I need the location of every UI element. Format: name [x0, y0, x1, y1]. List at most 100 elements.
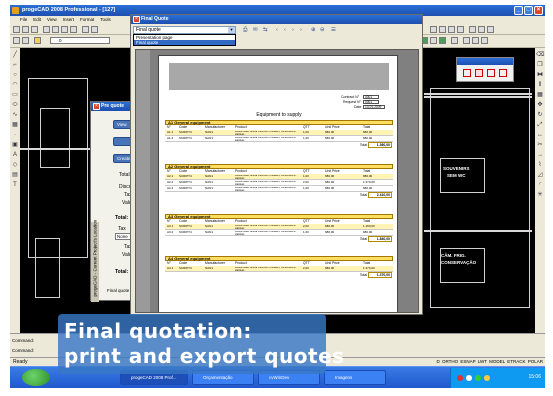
orbit-icon[interactable] — [463, 37, 470, 44]
text-tool-icon[interactable]: A — [11, 152, 19, 159]
match-properties-icon[interactable] — [451, 37, 458, 44]
break-tool-icon[interactable]: ⌇ — [536, 162, 544, 169]
tray-security-icon[interactable] — [475, 375, 481, 381]
layer-icon[interactable] — [478, 26, 485, 33]
page-setup-icon[interactable]: ☰ — [331, 27, 336, 33]
palette-tool-icon[interactable] — [487, 69, 495, 77]
shade-icon[interactable] — [481, 37, 488, 44]
zoom-icon[interactable] — [430, 26, 437, 33]
save-icon[interactable] — [31, 26, 38, 33]
open-file-icon[interactable] — [22, 26, 29, 33]
menu-insert[interactable]: Insert — [63, 16, 74, 24]
chamfer-tool-icon[interactable]: ◿ — [536, 172, 544, 179]
polyline-tool-icon[interactable]: ⌐ — [11, 62, 19, 69]
properties-icon[interactable] — [469, 26, 476, 33]
first-page-icon[interactable]: ‹ — [276, 27, 278, 33]
zoom-in-icon[interactable]: ⊕ — [311, 27, 316, 33]
tray-network-icon[interactable] — [466, 375, 472, 381]
plot-style-icon[interactable] — [439, 37, 446, 44]
section-total-label: Total — [359, 143, 367, 147]
task-imagens[interactable]: Imagens — [324, 370, 386, 385]
close-icon[interactable]: × — [93, 103, 100, 110]
scale-tool-icon[interactable]: ⤢ — [536, 122, 544, 129]
layer-manager-icon[interactable] — [13, 37, 20, 44]
report-select[interactable]: Final quote ▼ — [133, 26, 236, 34]
fillet-tool-icon[interactable]: ◜ — [536, 182, 544, 189]
print-icon[interactable]: ⎙ — [243, 27, 247, 33]
tray-app-icon[interactable] — [457, 375, 463, 381]
move-tool-icon[interactable]: ✥ — [536, 102, 544, 109]
paste-icon[interactable] — [70, 26, 77, 33]
cut-icon[interactable] — [52, 26, 59, 33]
tool-palette[interactable] — [456, 57, 514, 82]
pan-icon[interactable] — [439, 26, 446, 33]
cell-code: SCRIPT4 — [179, 224, 192, 228]
stretch-tool-icon[interactable]: ↔ — [536, 132, 544, 139]
spline-tool-icon[interactable]: ∿ — [11, 112, 19, 119]
menu-view[interactable]: View — [47, 16, 57, 24]
point-tool-icon[interactable]: · — [11, 132, 19, 139]
print-icon[interactable] — [43, 26, 50, 33]
line-tool-icon[interactable]: ╱ — [11, 52, 19, 59]
palette-tool-icon[interactable] — [475, 69, 483, 77]
previous-page-icon[interactable]: ‹ — [284, 27, 286, 33]
copy-tool-icon[interactable]: ❐ — [536, 62, 544, 69]
render-icon[interactable] — [472, 37, 479, 44]
palette-header[interactable] — [457, 58, 513, 65]
quote-section: A2 General equipment N° Code Manufacturer Pr… — [165, 164, 393, 199]
maximize-button[interactable]: □ — [524, 6, 533, 15]
hatch-tool-icon[interactable]: ▦ — [11, 122, 19, 129]
extend-tool-icon[interactable]: → — [536, 152, 544, 159]
document-title: Equipment to supply — [256, 112, 302, 118]
close-button[interactable]: × — [534, 6, 543, 15]
layer-state-icon[interactable] — [22, 37, 29, 44]
minimize-button[interactable]: _ — [514, 6, 523, 15]
menu-file[interactable]: File — [20, 16, 27, 24]
trim-tool-icon[interactable]: ✂ — [536, 142, 544, 149]
menu-format[interactable]: Format — [80, 16, 94, 24]
redo-icon[interactable] — [91, 26, 98, 33]
email-icon[interactable]: ✉ — [253, 27, 258, 33]
layer-select[interactable]: 0 — [50, 37, 110, 44]
copy-icon[interactable] — [61, 26, 68, 33]
chevron-down-icon[interactable]: ▼ — [228, 27, 235, 33]
help-icon[interactable] — [487, 26, 494, 33]
last-page-icon[interactable]: › — [300, 27, 302, 33]
lineweight-icon[interactable] — [430, 37, 437, 44]
request-value: 0001 — [363, 100, 379, 104]
report-dropdown-list[interactable]: Presentation page Final quote — [133, 34, 236, 46]
erase-tool-icon[interactable]: ⌫ — [536, 52, 544, 59]
report-preview[interactable]: Contract N° 0001 Request N° 0001 Date 13… — [135, 49, 419, 313]
next-page-icon[interactable]: › — [292, 27, 294, 33]
offset-tool-icon[interactable]: ⫴ — [536, 82, 544, 89]
block-tool-icon[interactable]: ▣ — [11, 142, 19, 149]
zoom-extents-icon[interactable] — [457, 26, 464, 33]
ellipse-tool-icon[interactable]: ⬭ — [11, 102, 19, 109]
section-total-value: 1.360,00 — [368, 142, 392, 148]
array-tool-icon[interactable]: ▦ — [536, 92, 544, 99]
circle-tool-icon[interactable]: ○ — [11, 72, 19, 79]
tray-volume-icon[interactable] — [484, 375, 490, 381]
undo-icon[interactable] — [82, 26, 89, 33]
arc-tool-icon[interactable]: ◠ — [11, 82, 19, 89]
new-file-icon[interactable] — [13, 26, 20, 33]
palette-tool-icon[interactable] — [463, 69, 471, 77]
rotate-tool-icon[interactable]: ↻ — [536, 112, 544, 119]
menu-edit[interactable]: Edit — [33, 16, 41, 24]
table-tool-icon[interactable]: ▤ — [11, 172, 19, 179]
palette-tool-icon[interactable] — [499, 69, 507, 77]
explode-tool-icon[interactable]: ✳ — [536, 192, 544, 199]
zoom-window-icon[interactable] — [448, 26, 455, 33]
mirror-tool-icon[interactable]: ⧓ — [536, 72, 544, 79]
region-tool-icon[interactable]: ◇ — [11, 162, 19, 169]
start-button[interactable] — [22, 369, 50, 386]
mtext-tool-icon[interactable]: T — [11, 182, 19, 189]
status-toggles[interactable]: D ORTHO ESNAP LWT MODEL ETRACK POLAR — [436, 359, 543, 364]
rectangle-tool-icon[interactable]: ▭ — [11, 92, 19, 99]
export-icon[interactable]: ⇆ — [263, 27, 268, 33]
menu-tools[interactable]: Tools — [100, 16, 111, 24]
zoom-out-icon[interactable]: ⊖ — [320, 27, 325, 33]
close-icon[interactable]: × — [133, 16, 140, 23]
dropdown-option-final-quote[interactable]: Final quote — [134, 40, 235, 45]
lightbulb-icon[interactable] — [34, 37, 41, 44]
